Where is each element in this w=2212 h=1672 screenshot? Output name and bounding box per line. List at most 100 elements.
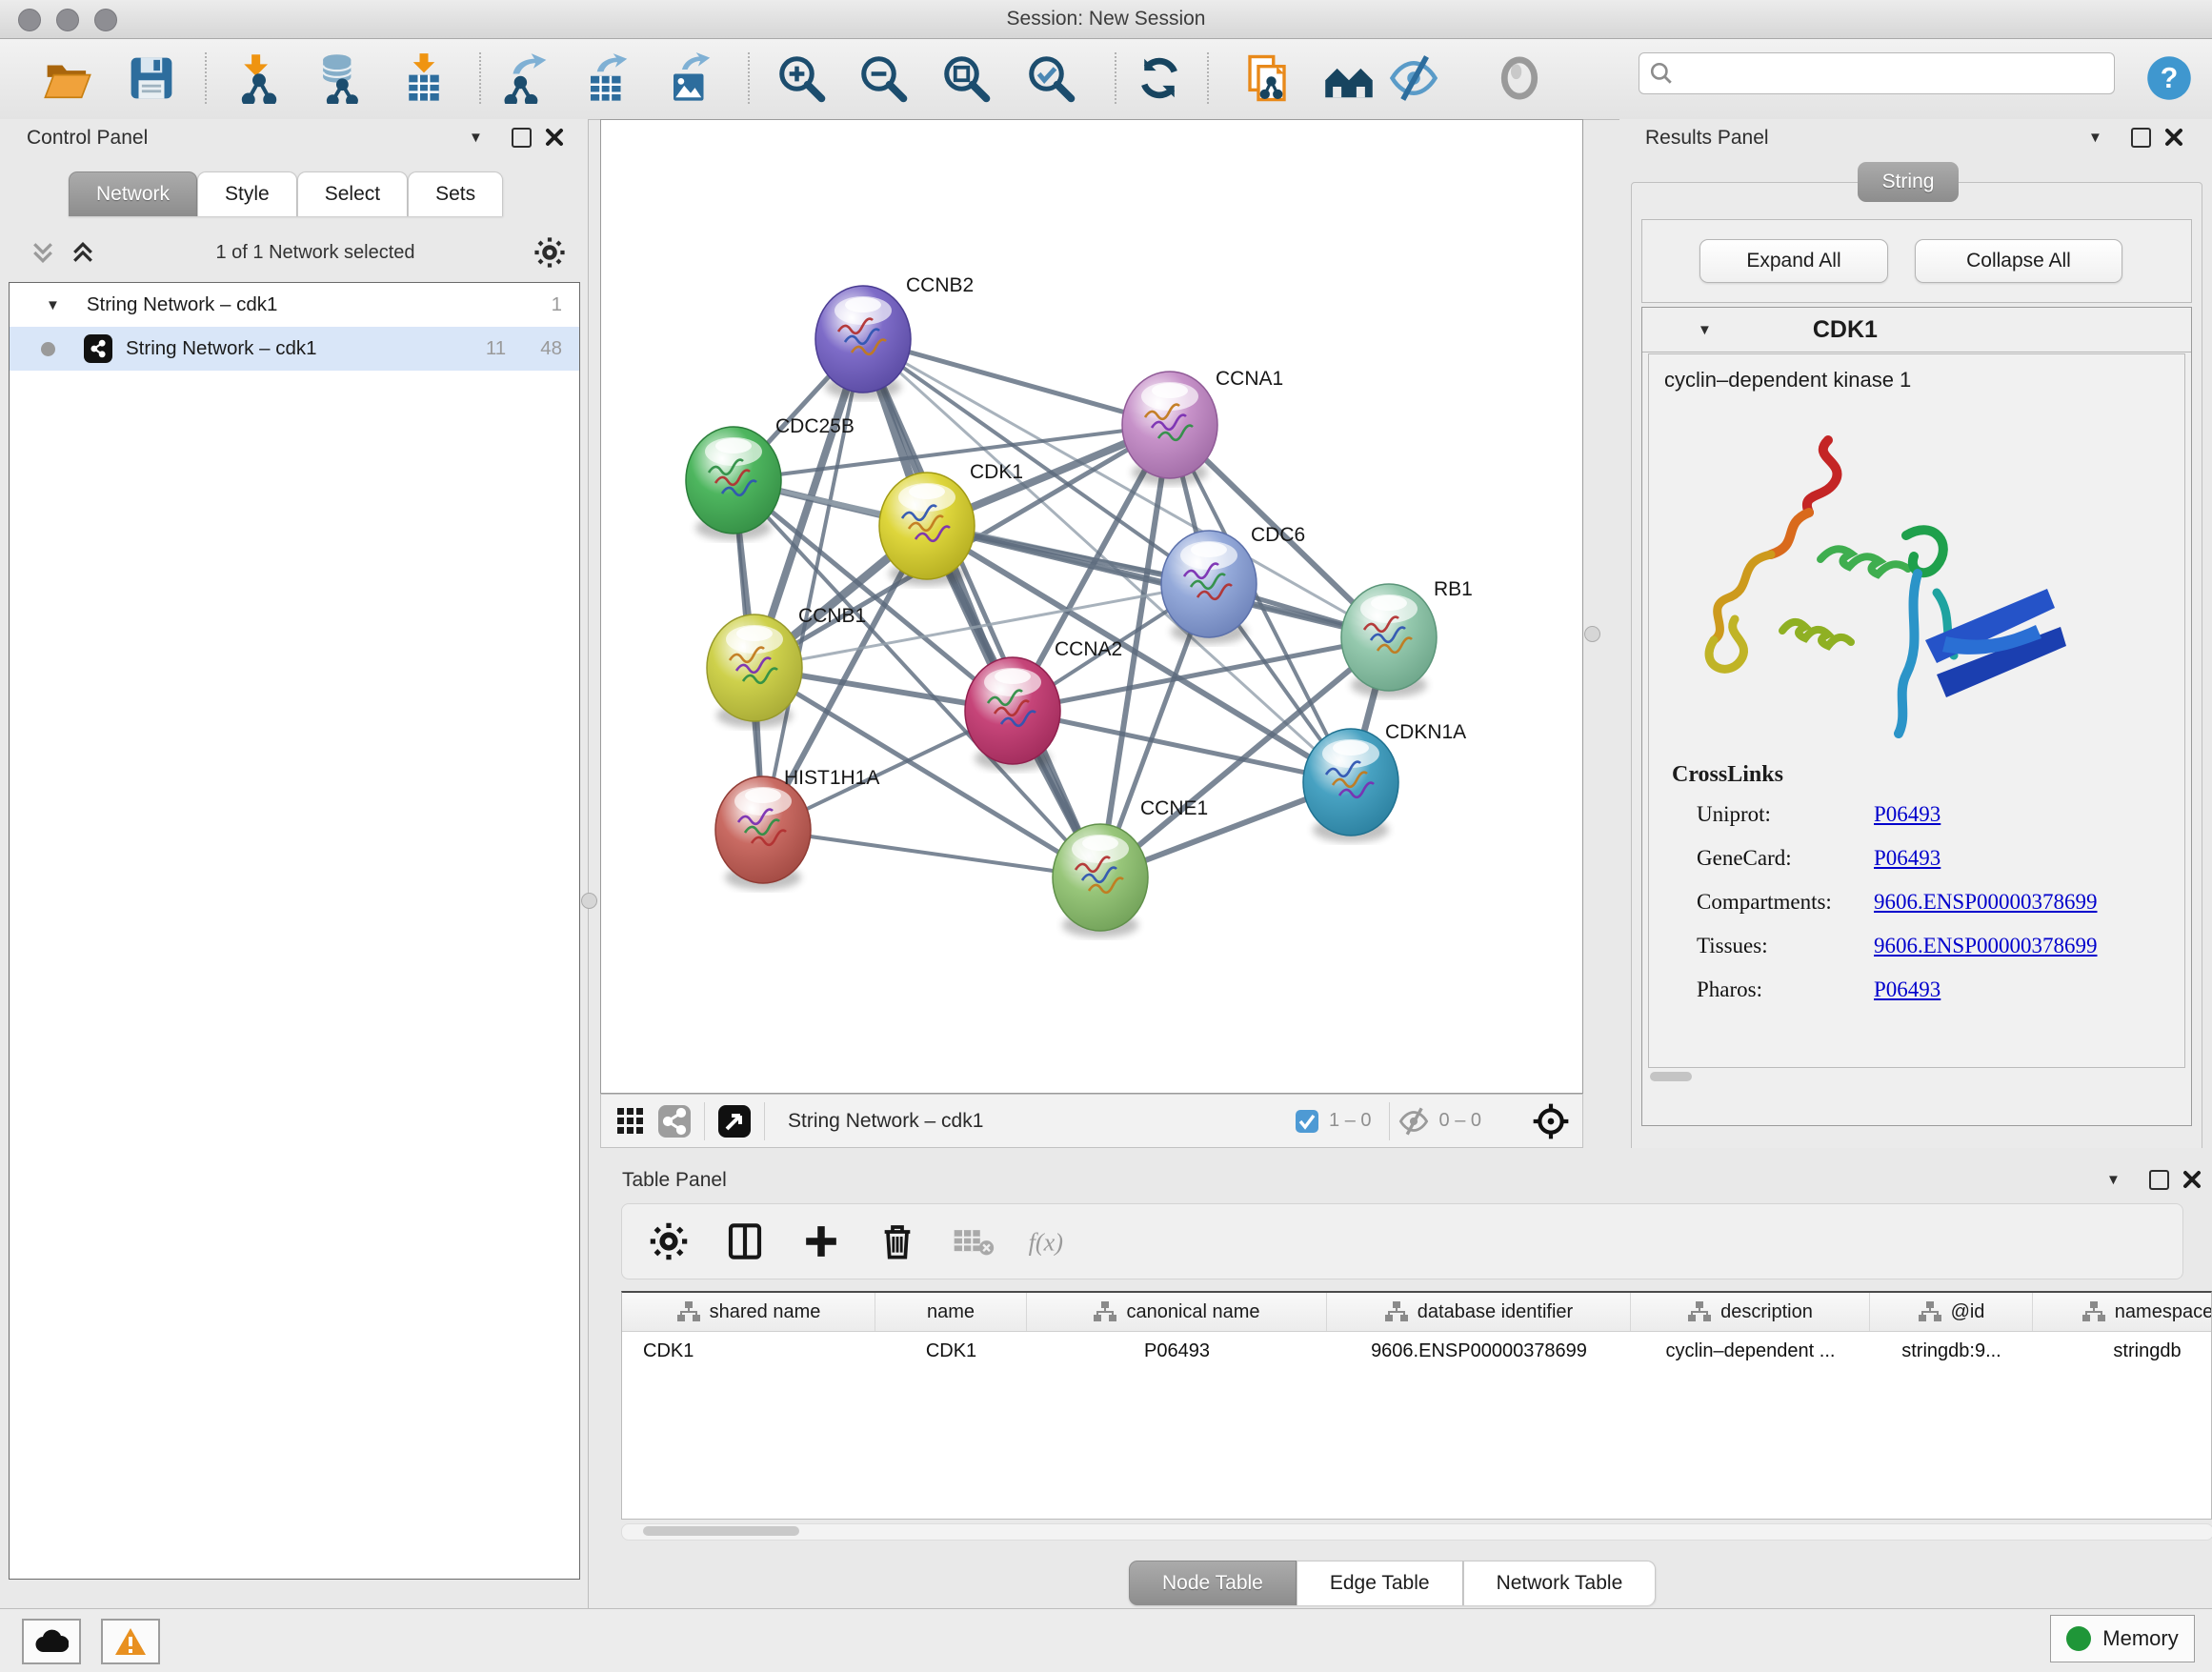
column-header-id[interactable]: @id bbox=[1870, 1293, 2033, 1331]
string-settings-button[interactable] bbox=[653, 1100, 696, 1142]
memory-button[interactable]: Memory bbox=[2050, 1615, 2195, 1662]
save-session-button[interactable] bbox=[124, 47, 179, 110]
help-icon: ? bbox=[2144, 53, 2194, 103]
tab-style[interactable]: Style bbox=[197, 171, 297, 216]
right-splitter-handle[interactable] bbox=[1584, 626, 1600, 642]
control-panel-collapse-icon[interactable]: ▼ bbox=[469, 131, 483, 145]
crosslink-pharos-link[interactable]: P06493 bbox=[1874, 977, 1941, 1002]
crosslink-genecard-link[interactable]: P06493 bbox=[1874, 846, 1941, 871]
selected-checkbox-icon[interactable] bbox=[1295, 1109, 1319, 1134]
network-options-gear-icon[interactable] bbox=[533, 236, 566, 269]
attribute-tree-icon bbox=[1918, 1300, 1942, 1323]
control-panel-close-icon[interactable] bbox=[545, 128, 564, 147]
collapse-all-button[interactable]: Collapse All bbox=[1915, 239, 2122, 283]
crosslink-tissues-link[interactable]: 9606.ENSP00000378699 bbox=[1874, 934, 2098, 958]
network-status-dot-icon bbox=[41, 342, 55, 356]
hidden-eye-slash-icon[interactable] bbox=[1398, 1107, 1430, 1136]
column-header-description[interactable]: description bbox=[1631, 1293, 1870, 1331]
table-options-button[interactable] bbox=[643, 1213, 694, 1270]
control-panel-float-icon[interactable] bbox=[512, 128, 532, 148]
show-all-button[interactable] bbox=[1321, 47, 1377, 110]
import-network-database-button[interactable] bbox=[312, 47, 367, 110]
cdk1-entry-header[interactable]: ▼ CDK1 bbox=[1642, 308, 2191, 353]
hidden-counts: 0 – 0 bbox=[1439, 1110, 1481, 1132]
expand-all-button[interactable]: Expand All bbox=[1699, 239, 1888, 283]
table-panel-collapse-icon[interactable]: ▼ bbox=[2106, 1173, 2121, 1187]
results-panel: Results Panel ▼ Expand All Collapse All … bbox=[1619, 119, 2212, 1148]
svg-text:CCNB1: CCNB1 bbox=[798, 605, 866, 627]
table-row[interactable]: CDK1 CDK1 P06493 9606.ENSP00000378699 cy… bbox=[622, 1332, 2211, 1370]
left-splitter-handle[interactable] bbox=[581, 893, 597, 909]
svg-text:CDKN1A: CDKN1A bbox=[1385, 721, 1466, 743]
table-panel-float-icon[interactable] bbox=[2149, 1170, 2169, 1190]
protein-structure-image bbox=[1668, 412, 2078, 774]
birdseye-grid-button[interactable] bbox=[609, 1100, 653, 1142]
svg-text:?: ? bbox=[2161, 63, 2179, 94]
network-collection-row[interactable]: ▼ String Network – cdk1 1 bbox=[10, 283, 579, 327]
tab-network[interactable]: Network bbox=[69, 171, 197, 216]
delete-table-button[interactable] bbox=[948, 1213, 999, 1270]
collection-expand-icon[interactable]: ▼ bbox=[46, 298, 60, 312]
tab-edge-table[interactable]: Edge Table bbox=[1297, 1561, 1463, 1605]
zoom-in-button[interactable] bbox=[774, 47, 829, 110]
zoom-selected-button[interactable] bbox=[1023, 47, 1078, 110]
create-column-button[interactable] bbox=[795, 1213, 847, 1270]
share-icon bbox=[657, 1104, 692, 1138]
scrollbar-thumb[interactable] bbox=[643, 1526, 799, 1536]
string-results-tab[interactable]: String bbox=[1858, 162, 1959, 202]
import-table-file-button[interactable] bbox=[396, 47, 452, 110]
results-panel-float-icon[interactable] bbox=[2131, 128, 2151, 148]
tab-node-table[interactable]: Node Table bbox=[1129, 1561, 1297, 1605]
tab-network-table[interactable]: Network Table bbox=[1463, 1561, 1657, 1605]
network-row[interactable]: String Network – cdk1 11 48 bbox=[10, 327, 579, 371]
zoom-fit-button[interactable] bbox=[938, 47, 994, 110]
tab-sets[interactable]: Sets bbox=[408, 171, 503, 216]
column-header-database-identifier[interactable]: database identifier bbox=[1327, 1293, 1631, 1331]
entry-hscroll-thumb[interactable] bbox=[1650, 1072, 1692, 1081]
import-network-file-button[interactable] bbox=[231, 47, 287, 110]
crosslinks-title: CrossLinks bbox=[1672, 762, 1783, 788]
open-in-new-window-button[interactable] bbox=[713, 1100, 756, 1142]
warnings-button[interactable] bbox=[101, 1619, 160, 1664]
column-header-name[interactable]: name bbox=[875, 1293, 1027, 1331]
hide-selected-button[interactable] bbox=[1386, 47, 1441, 110]
chevron-double-down-icon[interactable] bbox=[29, 238, 57, 267]
results-panel-collapse-icon[interactable]: ▼ bbox=[2088, 131, 2102, 145]
column-header-canonical-name[interactable]: canonical name bbox=[1027, 1293, 1327, 1331]
network-label: String Network – cdk1 bbox=[126, 337, 317, 360]
function-builder-button[interactable]: f(x) bbox=[1024, 1213, 1076, 1270]
automation-cloud-button[interactable] bbox=[22, 1619, 81, 1664]
entry-gene-name: CDK1 bbox=[1813, 316, 1878, 344]
graphics-details-button[interactable] bbox=[1492, 47, 1547, 110]
export-network-button[interactable] bbox=[498, 47, 553, 110]
table-panel-close-icon[interactable] bbox=[2182, 1170, 2202, 1189]
entry-collapse-icon[interactable]: ▼ bbox=[1698, 323, 1712, 337]
help-button[interactable]: ? bbox=[2142, 47, 2197, 110]
zoom-out-button[interactable] bbox=[855, 47, 911, 110]
crosslink-label: GeneCard: bbox=[1697, 846, 1792, 871]
tab-select[interactable]: Select bbox=[297, 171, 408, 216]
crosslink-uniprot-link[interactable]: P06493 bbox=[1874, 802, 1941, 827]
crosslink-compartments-link[interactable]: 9606.ENSP00000378699 bbox=[1874, 890, 2098, 915]
crosshair-icon bbox=[1532, 1102, 1570, 1140]
fit-selected-button[interactable] bbox=[1529, 1100, 1573, 1142]
export-table-button[interactable] bbox=[580, 47, 635, 110]
toolbar-separator bbox=[1115, 52, 1116, 104]
column-header-namespace[interactable]: namespace bbox=[2033, 1293, 2212, 1331]
apply-layout-button[interactable] bbox=[1132, 47, 1187, 110]
string-network-graph[interactable]: CCNB2CCNA1CDC25BCDK1CDC6RB1CCNB1CCNA2CDK… bbox=[601, 120, 1582, 1093]
network-canvas[interactable]: CCNB2CCNA1CDC25BCDK1CDC6RB1CCNB1CCNA2CDK… bbox=[600, 119, 1583, 1094]
results-panel-close-icon[interactable] bbox=[2164, 128, 2183, 147]
toolbar-separator bbox=[205, 52, 207, 104]
delete-column-button[interactable] bbox=[872, 1213, 923, 1270]
clone-network-button[interactable] bbox=[1239, 47, 1295, 110]
table-horizontal-scrollbar[interactable] bbox=[621, 1523, 2212, 1541]
search-input[interactable] bbox=[1681, 62, 2104, 86]
open-session-button[interactable] bbox=[40, 47, 95, 110]
show-columns-button[interactable] bbox=[719, 1213, 771, 1270]
chevron-double-up-icon[interactable] bbox=[69, 238, 97, 267]
column-header-shared-name[interactable]: shared name bbox=[622, 1293, 875, 1331]
export-image-button[interactable] bbox=[663, 47, 718, 110]
expand-collapse-bar: Expand All Collapse All bbox=[1641, 219, 2192, 303]
open-folder-icon bbox=[42, 52, 93, 104]
